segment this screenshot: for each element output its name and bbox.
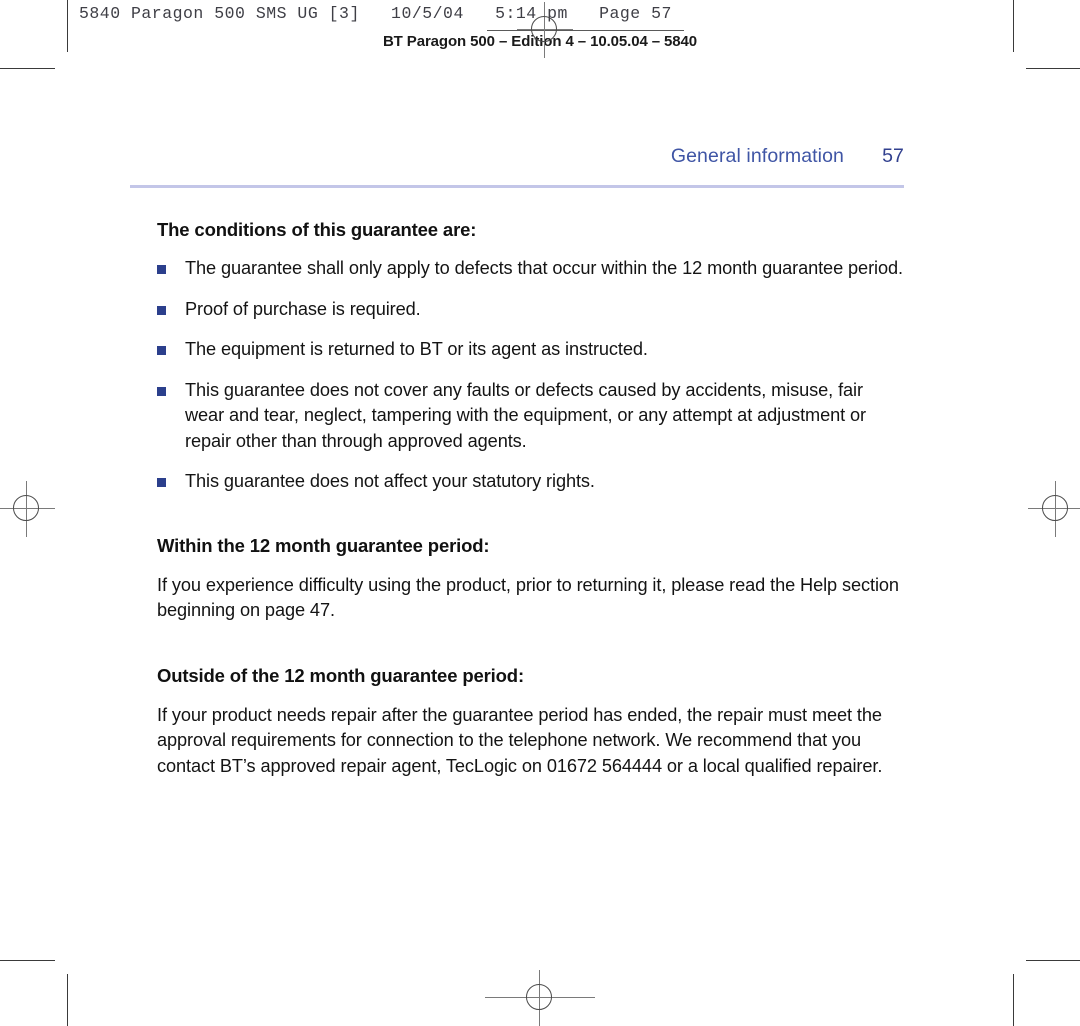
section-heading-outside-period: Outside of the 12 month guarantee period… <box>157 664 524 686</box>
list-item-text: Proof of purchase is required. <box>185 298 421 319</box>
section-heading-conditions: The conditions of this guarantee are: <box>157 219 477 240</box>
list-item: Proof of purchase is required. <box>157 297 904 323</box>
conditions-bullet-list: The guarantee shall only apply to defect… <box>157 256 904 495</box>
list-item: The equipment is returned to BT or its a… <box>157 337 904 363</box>
document-page: General information 57 The conditions of… <box>0 0 1080 1026</box>
header-divider <box>130 185 904 188</box>
list-item-text: This guarantee does not cover any faults… <box>185 379 866 451</box>
page-number: 57 <box>882 145 904 167</box>
square-bullet-icon <box>157 346 166 356</box>
list-item-text: The equipment is returned to BT or its a… <box>185 339 648 360</box>
running-head: General information 57 <box>157 145 904 168</box>
list-item: This guarantee does not cover any faults… <box>157 378 904 455</box>
list-item: The guarantee shall only apply to defect… <box>157 256 904 282</box>
page-title: General information <box>670 145 844 167</box>
section-paragraph-outside-period: If your product needs repair after the g… <box>157 704 883 776</box>
list-item: This guarantee does not affect your stat… <box>157 469 904 495</box>
square-bullet-icon <box>157 265 166 275</box>
square-bullet-icon <box>157 305 166 315</box>
list-item-text: The guarantee shall only apply to defect… <box>185 258 903 279</box>
page-content: The conditions of this guarantee are: Th… <box>157 218 904 779</box>
section-paragraph-within-period: If you experience difficulty using the p… <box>157 574 899 621</box>
section-heading-within-period: Within the 12 month guarantee period: <box>157 534 490 556</box>
square-bullet-icon <box>157 386 166 396</box>
list-item-text: This guarantee does not affect your stat… <box>185 471 595 492</box>
square-bullet-icon <box>157 478 166 488</box>
